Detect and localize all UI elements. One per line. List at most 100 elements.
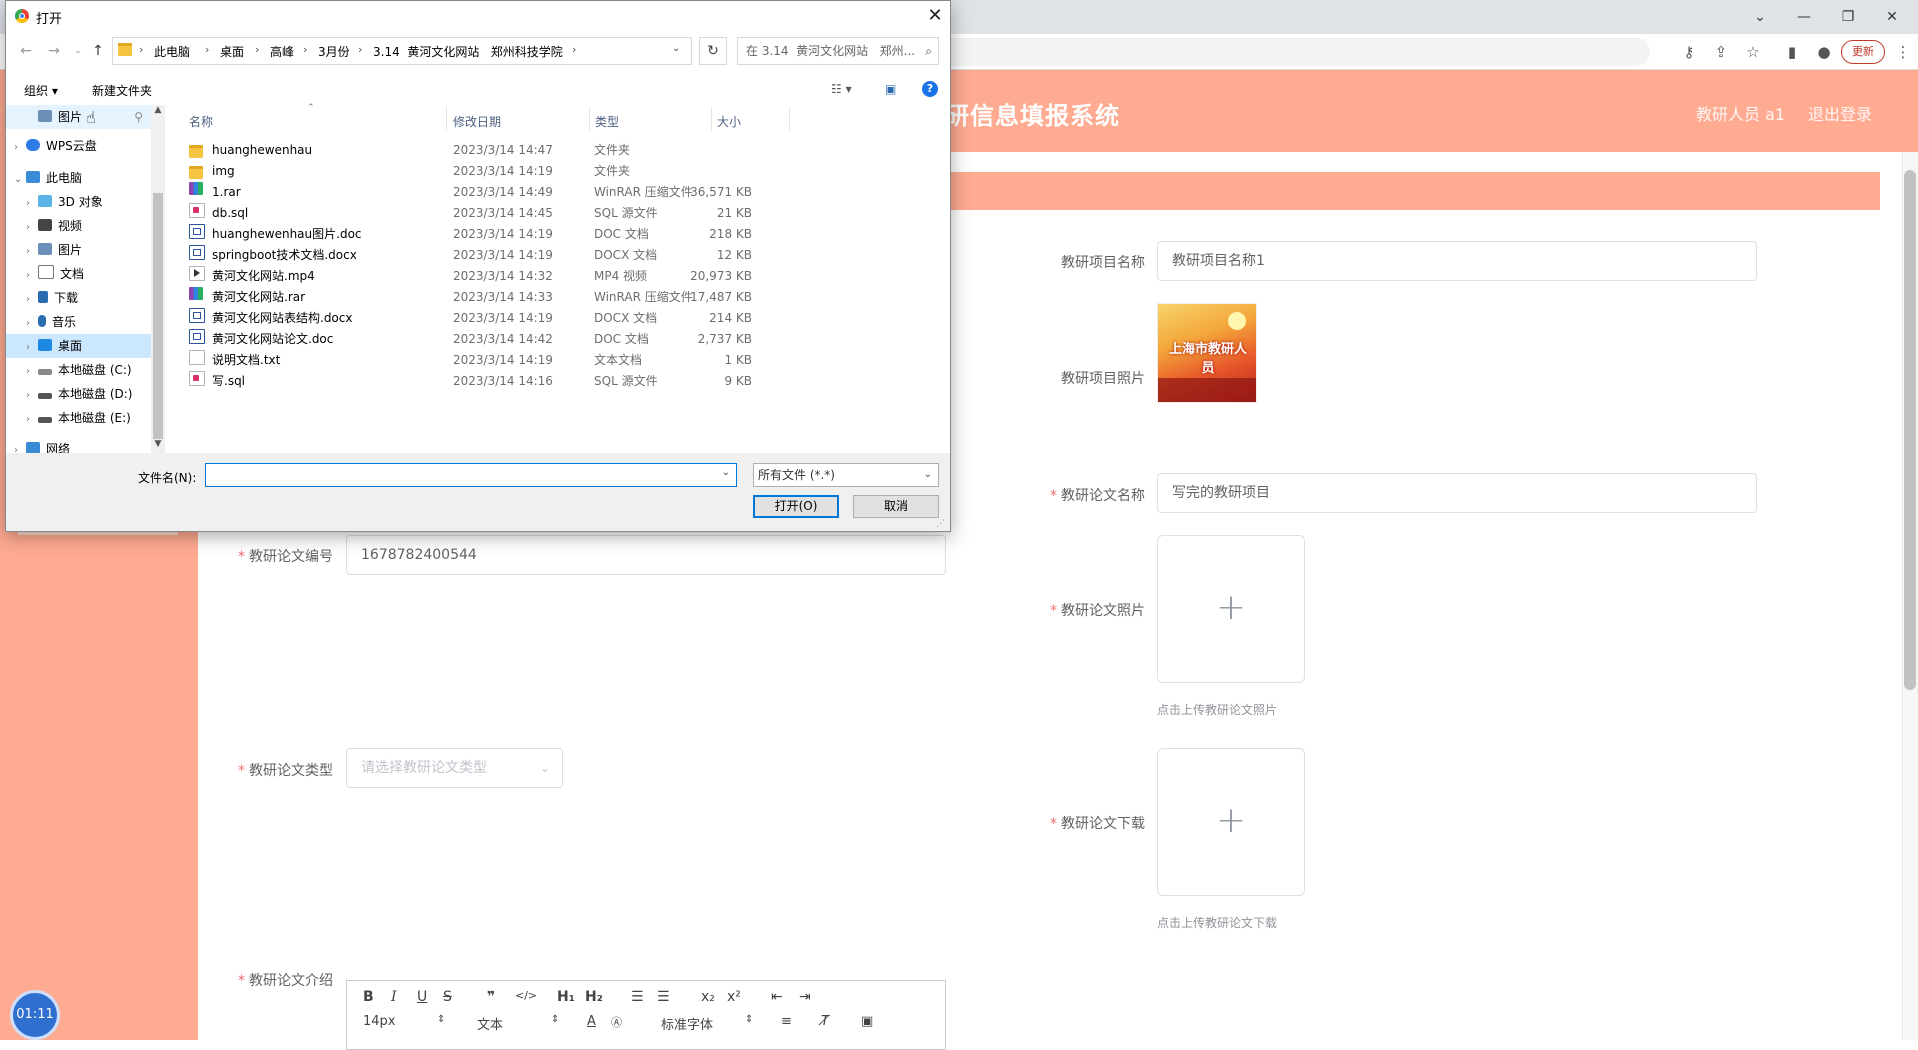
file-row[interactable]: db.sql 2023/3/14 14:45 SQL 源文件 21 KB [182,203,782,224]
chevron-down-icon[interactable]: ⌄ [722,467,730,478]
file-row[interactable]: 黄河文化网站论文.doc 2023/3/14 14:42 DOC 文档 2,737 K… [182,329,782,350]
window-close-icon[interactable]: ✕ [1872,4,1912,30]
nav-item-wps-cloud[interactable]: › WPS云盘 [6,134,151,158]
image-icon[interactable]: ▣ [861,1014,873,1029]
sidebar-menu-item[interactable] [18,532,178,535]
paper-download-upload[interactable]: + [1157,748,1305,896]
file-row[interactable]: 黄河文化网站表结构.docx 2023/3/14 14:19 DOCX 文档 214 … [182,308,782,329]
timer-badge[interactable]: 01:11 [10,990,60,1040]
nav-pane-scrollbar-thumb[interactable] [153,193,163,439]
new-folder-button[interactable]: 新建文件夹 [92,82,152,99]
nav-item-pictures-quick[interactable]: 图片 ⚲ [6,105,151,129]
nav-item-music[interactable]: › 音乐 [6,310,151,334]
file-row[interactable]: huanghewenhau图片.doc 2023/3/14 14:19 DOC 文档… [182,224,782,245]
font-family-select[interactable]: 标准字体 [661,1014,713,1033]
dialog-close-icon[interactable]: ✕ [922,4,948,28]
file-row[interactable]: springboot技术文档.docx 2023/3/14 14:19 DOCX 文… [182,245,782,266]
column-type-header[interactable]: 类型 [595,113,619,130]
nav-item-documents[interactable]: › 文档 [6,262,151,286]
column-divider[interactable] [446,107,447,131]
heading2-icon[interactable]: H₂ [585,989,603,1005]
resize-grip-icon[interactable]: ⋰ [936,519,945,529]
breadcrumb-gaofeng[interactable]: 高峰 [270,43,294,60]
nav-item-drive-d[interactable]: › 本地磁盘 (D:) [6,382,151,406]
text-style-select[interactable]: 文本 [477,1014,503,1033]
refresh-icon[interactable]: ↻ [699,37,727,65]
organize-menu[interactable]: 组织 ▾ [24,82,58,99]
page-scrollbar-thumb[interactable] [1904,170,1916,690]
file-row[interactable]: 黄河文化网站.rar 2023/3/14 14:33 WinRAR 压缩文件 17,4… [182,287,782,308]
column-date-header[interactable]: 修改日期 [453,113,501,130]
dialog-search-input[interactable]: 在 3.14 黄河文化网站 郑州... ⌕ [737,37,939,65]
superscript-icon[interactable]: x² [727,989,741,1005]
breadcrumb-march[interactable]: 3月份 [318,43,350,60]
file-row[interactable]: 说明文档.txt 2023/3/14 14:19 文本文档 1 KB [182,350,782,371]
user-name[interactable]: 教研人员 a1 [1696,101,1785,125]
font-color-icon[interactable]: A [587,1014,596,1029]
column-divider[interactable] [711,107,712,131]
background-color-icon[interactable]: Ⓐ [611,1014,622,1030]
column-divider[interactable] [789,107,790,131]
filetype-select[interactable]: 所有文件 (*.*) ⌄ [753,463,939,487]
nav-item-drive-c[interactable]: › 本地磁盘 (C:) [6,358,151,382]
open-button[interactable]: 打开(O) [753,495,839,518]
password-key-icon[interactable]: ⚷ [1676,40,1702,64]
nav-item-videos[interactable]: › 视频 [6,214,151,238]
underline-icon[interactable]: U [417,989,427,1005]
recent-chevron-icon[interactable]: ⌄ [68,41,88,61]
paper-type-select[interactable]: 请选择教研论文类型 ⌄ [346,748,563,788]
filename-input[interactable]: ⌄ [205,463,737,487]
align-icon[interactable]: ≡ [781,1014,792,1029]
file-row[interactable]: img 2023/3/14 14:19 文件夹 [182,161,782,182]
breadcrumb-desktop[interactable]: 桌面 [220,43,244,60]
logout-link[interactable]: 退出登录 [1808,101,1872,125]
file-row[interactable]: 写.sql 2023/3/14 14:16 SQL 源文件 9 KB [182,371,782,392]
scroll-down-icon[interactable]: ▼ [151,439,165,453]
up-arrow-icon[interactable]: ↑ [88,41,108,61]
quote-icon[interactable]: ❞ [487,989,495,1005]
nav-item-this-pc[interactable]: ⌄ 此电脑 [6,166,151,190]
column-name-header[interactable]: 名称 [189,113,213,130]
view-options-icon[interactable]: ☷ ▾ [831,82,852,96]
preview-pane-icon[interactable]: ▣ [885,82,896,96]
bookmark-star-icon[interactable]: ☆ [1740,40,1766,64]
path-dropdown-icon[interactable]: ⌄ [672,43,680,54]
file-row[interactable]: 1.rar 2023/3/14 14:49 WinRAR 压缩文件 36,571 KB [182,182,782,203]
font-size-select[interactable]: 14px [363,1014,396,1029]
nav-item-drive-e[interactable]: › 本地磁盘 (E:) [6,406,151,430]
update-button[interactable]: 更新 [1841,40,1885,64]
strike-icon[interactable]: S [443,989,452,1005]
paper-no-input[interactable]: 1678782400544 [346,535,946,575]
tab-search-icon[interactable]: ⌄ [1740,4,1780,30]
project-name-input[interactable]: 教研项目名称1 [1157,241,1757,281]
bold-icon[interactable]: B [363,989,374,1005]
ordered-list-icon[interactable]: ☰ [631,989,644,1005]
clear-format-icon[interactable]: T̸ [821,1014,829,1029]
column-size-header[interactable]: 大小 [717,113,741,130]
side-panel-icon[interactable]: ▮ [1779,40,1805,64]
heading1-icon[interactable]: H₁ [557,989,575,1005]
indent-icon[interactable]: ⇥ [799,989,811,1005]
column-divider[interactable] [589,107,590,131]
subscript-icon[interactable]: x₂ [701,989,715,1005]
outdent-icon[interactable]: ⇤ [771,989,783,1005]
share-icon[interactable]: ⇪ [1708,40,1734,64]
code-icon[interactable]: </> [515,989,537,1002]
cancel-button[interactable]: 取消 [853,495,939,518]
file-row[interactable]: 黄河文化网站.mp4 2023/3/14 14:32 MP4 视频 20,973 KB [182,266,782,287]
minimize-icon[interactable]: — [1784,4,1824,30]
dialog-title-bar[interactable] [6,1,950,31]
browser-menu-icon[interactable]: ⋮ [1890,40,1916,64]
back-arrow-icon[interactable]: ← [16,41,36,61]
nav-item-downloads[interactable]: › 下载 [6,286,151,310]
breadcrumb-current[interactable]: 3.14 黄河文化网站 郑州科技学院 [373,43,563,60]
nav-item-desktop[interactable]: › 桌面 [6,334,151,358]
profile-avatar-icon[interactable]: ● [1811,40,1837,64]
nav-item-pictures[interactable]: › 图片 [6,238,151,262]
paper-photo-upload[interactable]: + [1157,535,1305,683]
file-row[interactable]: huanghewenhau 2023/3/14 14:47 文件夹 [182,140,782,161]
bullet-list-icon[interactable]: ☰ [657,989,670,1005]
project-photo-image[interactable]: 上海市教研人员 [1157,303,1257,403]
italic-icon[interactable]: I [391,989,397,1005]
breadcrumb-this-pc[interactable]: 此电脑 [154,43,190,60]
